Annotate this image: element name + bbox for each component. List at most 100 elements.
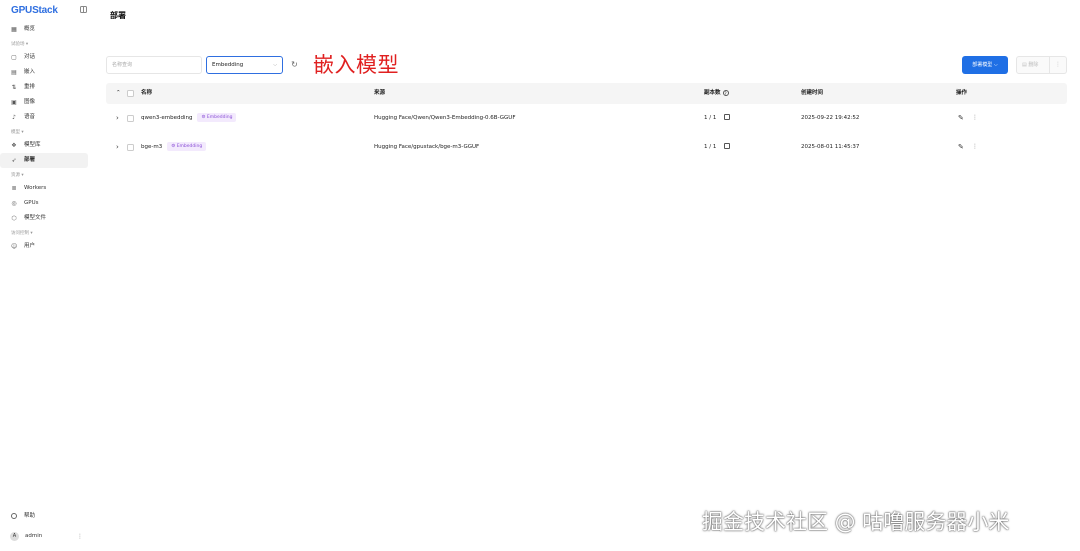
sidebar-item-label: 模型库: [24, 142, 41, 148]
category-select[interactable]: Embedding ⌵: [206, 56, 283, 74]
row-created: 2025-08-01 11:45:37: [801, 144, 860, 150]
expand-row-icon[interactable]: ›: [116, 143, 119, 151]
delete-button[interactable]: ▤ 删除: [1016, 56, 1050, 74]
sidebar-item-label: 部署: [24, 157, 36, 163]
question-icon[interactable]: ?: [722, 89, 729, 96]
sidebar-item-label: 模型文件: [24, 215, 47, 221]
user-menu[interactable]: A admin ⋮: [0, 530, 96, 542]
sidebar-item-model-files[interactable]: ⬡ 模型文件: [0, 211, 88, 226]
nav-group-playground[interactable]: 试验场 ▾: [0, 39, 96, 50]
deploy-model-button[interactable]: 部署模型 ⌵: [962, 56, 1008, 74]
header-replicas-label: 副本数: [704, 90, 721, 96]
edit-replicas-icon[interactable]: [724, 113, 731, 120]
category-tag-label: Embedding: [176, 144, 203, 149]
more-vertical-icon[interactable]: ⋮: [77, 533, 83, 540]
sidebar-item-embedding[interactable]: ▤ 嵌入: [0, 65, 88, 80]
more-actions-button[interactable]: ⋮: [1050, 56, 1067, 74]
header-actions: 操作: [956, 90, 968, 96]
category-tag-label: Embedding: [206, 115, 233, 120]
server-icon: ≣: [11, 184, 17, 192]
category-tag: ⚙ Embedding: [197, 113, 237, 122]
replicas-value: 1 / 1: [704, 144, 717, 150]
sidebar-nav: ▦ 概览 试验场 ▾ ▢ 对话 ▤ 嵌入 ⇅ 重排 ▣ 图像 ♪ 语音 模型 ▾…: [0, 22, 96, 254]
sidebar-item-label: 嵌入: [24, 69, 36, 75]
sidebar-item-label: Workers: [24, 185, 47, 191]
row-source: Hugging Face/Qwen/Qwen3-Embedding-0.6B-G…: [374, 115, 516, 121]
more-vertical-icon[interactable]: ⋮: [972, 114, 978, 121]
row-created: 2025-09-22 19:42:52: [801, 115, 860, 121]
row-name: qwen3-embedding ⚙ Embedding: [141, 104, 237, 133]
dashboard-icon: ▦: [11, 25, 17, 33]
chevron-down-icon: ⌵: [993, 62, 998, 68]
row-source: Hugging Face/gpustack/bge-m3-GGUF: [374, 144, 480, 150]
row-checkbox[interactable]: [127, 115, 134, 122]
nav-group-access-control[interactable]: 访问控制 ▾: [0, 228, 96, 239]
chat-icon: ▢: [11, 53, 17, 61]
gpu-icon: ◎: [11, 199, 17, 207]
header-source: 来源: [374, 90, 386, 96]
image-icon: ▣: [11, 98, 17, 106]
header-name[interactable]: 名称: [141, 83, 152, 104]
sidebar-item-gpus[interactable]: ◎ GPUs: [0, 196, 88, 211]
expand-row-icon[interactable]: ›: [116, 114, 119, 122]
sidebar-item-label: 概览: [24, 26, 36, 32]
edit-icon[interactable]: ✎: [958, 114, 964, 122]
table-row: › bge-m3 ⚙ Embedding Hugging Face/gpustac…: [106, 133, 1067, 162]
model-name[interactable]: bge-m3: [141, 144, 162, 150]
sidebar-item-audio[interactable]: ♪ 语音: [0, 110, 88, 125]
more-vertical-icon[interactable]: ⋮: [972, 143, 978, 150]
replicas-value: 1 / 1: [704, 115, 717, 121]
edit-replicas-icon[interactable]: [724, 142, 731, 149]
model-name[interactable]: qwen3-embedding: [141, 115, 192, 121]
expand-all-icon[interactable]: ⌃: [116, 83, 121, 104]
category-select-value: Embedding: [212, 62, 244, 68]
sidebar-item-overview[interactable]: ▦ 概览: [0, 22, 88, 37]
header-created[interactable]: 创建时间: [801, 83, 823, 104]
sidebar-item-label: 用户: [24, 243, 36, 249]
edit-icon[interactable]: ✎: [958, 143, 964, 151]
model-library-icon: ❖: [11, 141, 17, 149]
sidebar-item-users[interactable]: ☺ 用户: [0, 239, 88, 254]
model-files-icon: ⬡: [11, 214, 17, 222]
page-title: 部署: [110, 11, 126, 20]
chevron-down-icon: ⌵: [273, 62, 277, 68]
search-input[interactable]: 名称查询: [106, 56, 202, 74]
delete-label: 删除: [1028, 62, 1039, 68]
sidebar-item-label: 重排: [24, 84, 36, 90]
nav-group-resources[interactable]: 资源 ▾: [0, 170, 96, 181]
sidebar-item-label: 对话: [24, 54, 36, 60]
sidebar-item-label: GPUs: [24, 200, 39, 206]
help-label: 帮助: [24, 513, 36, 519]
rerank-icon: ⇅: [11, 83, 17, 91]
table-header: ⌃ 名称 来源 副本数? 创建时间 操作: [106, 83, 1067, 104]
avatar: A: [10, 531, 19, 541]
gpustack-logo[interactable]: GPUStack: [11, 5, 58, 16]
sidebar-item-deployments[interactable]: ➶ 部署: [0, 153, 88, 168]
sidebar: GPUStack ▦ 概览 试验场 ▾ ▢ 对话 ▤ 嵌入 ⇅ 重排 ▣ 图像 …: [0, 0, 96, 551]
watermark: 掘金技术社区 @ 咕噜服务器小米: [702, 510, 1010, 534]
row-replicas: 1 / 1: [704, 104, 731, 133]
header-replicas: 副本数?: [704, 83, 729, 104]
select-all-checkbox[interactable]: [127, 90, 134, 97]
sidebar-item-model-library[interactable]: ❖ 模型库: [0, 138, 88, 153]
sidebar-item-rerank[interactable]: ⇅ 重排: [0, 80, 88, 95]
sidebar-item-chat[interactable]: ▢ 对话: [0, 50, 88, 65]
audio-icon: ♪: [12, 113, 16, 121]
table-row: › qwen3-embedding ⚙ Embedding Hugging Fac…: [106, 104, 1067, 133]
sidebar-item-image[interactable]: ▣ 图像: [0, 95, 88, 110]
row-name: bge-m3 ⚙ Embedding: [141, 133, 207, 162]
row-replicas: 1 / 1: [704, 133, 731, 162]
deploy-icon: ➶: [11, 156, 17, 164]
deploy-model-label: 部署模型: [972, 62, 993, 68]
collapse-sidebar-icon[interactable]: [80, 6, 87, 13]
help-link[interactable]: 帮助: [0, 510, 96, 522]
annotation-label: 嵌入模型: [313, 53, 399, 77]
deployments-table: ⌃ 名称 来源 副本数? 创建时间 操作 › qwen3-embedding ⚙ …: [106, 83, 1067, 162]
refresh-icon[interactable]: ↻: [290, 60, 299, 69]
row-checkbox[interactable]: [127, 144, 134, 151]
sidebar-item-label: 图像: [24, 99, 36, 105]
help-icon: [11, 513, 17, 519]
nav-group-models[interactable]: 模型 ▾: [0, 127, 96, 138]
category-tag: ⚙ Embedding: [167, 142, 207, 151]
sidebar-item-workers[interactable]: ≣ Workers: [0, 181, 88, 196]
